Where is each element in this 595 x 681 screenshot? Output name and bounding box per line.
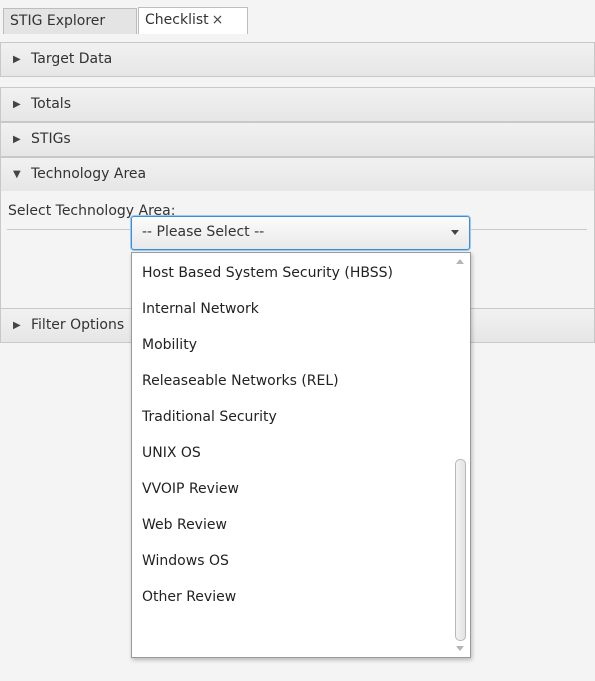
accordion-technology-area[interactable]: ▼ Technology Area <box>0 157 595 192</box>
tab-stig-explorer[interactable]: STIG Explorer <box>3 8 137 34</box>
close-icon[interactable]: × <box>212 8 224 33</box>
dropdown-option[interactable]: VVOIP Review <box>132 471 452 507</box>
accordion-label: Target Data <box>31 51 113 67</box>
accordion-label: Filter Options <box>31 317 125 333</box>
dropdown-option[interactable]: Internal Network <box>132 291 452 327</box>
tab-label: STIG Explorer <box>10 13 106 29</box>
dropdown-option[interactable]: Releaseable Networks (REL) <box>132 363 452 399</box>
dropdown-option[interactable]: Host Based System Security (HBSS) <box>132 255 452 291</box>
chevron-down-icon[interactable] <box>451 230 459 235</box>
scroll-down-icon[interactable] <box>456 646 464 651</box>
technology-area-combo[interactable]: -- Please Select -- <box>131 216 470 250</box>
triangle-right-icon: ▶ <box>13 320 21 331</box>
tab-label: Checklist <box>145 12 209 28</box>
dropdown-scrollbar[interactable] <box>454 255 468 655</box>
dropdown-option[interactable]: Traditional Security <box>132 399 452 435</box>
accordion-stigs[interactable]: ▶ STIGs <box>0 122 595 157</box>
triangle-right-icon: ▶ <box>13 54 21 65</box>
dropdown-option[interactable]: Web Review <box>132 507 452 543</box>
triangle-down-icon: ▼ <box>13 169 21 180</box>
dropdown-option[interactable]: UNIX OS <box>132 435 452 471</box>
accordion-totals[interactable]: ▶ Totals <box>0 87 595 122</box>
accordion-label: Technology Area <box>31 166 147 182</box>
triangle-right-icon: ▶ <box>13 99 21 110</box>
dropdown-option[interactable]: Mobility <box>132 327 452 363</box>
accordion-label: Totals <box>31 96 71 112</box>
scroll-up-icon[interactable] <box>456 259 464 264</box>
combo-value: -- Please Select -- <box>142 224 265 240</box>
accordion-label: STIGs <box>31 131 71 147</box>
technology-area-dropdown: Host Based System Security (HBSS) Intern… <box>131 252 471 658</box>
triangle-right-icon: ▶ <box>13 134 21 145</box>
dropdown-option[interactable]: Other Review <box>132 579 452 615</box>
accordion-target-data[interactable]: ▶ Target Data <box>0 42 595 77</box>
scroll-thumb[interactable] <box>455 459 466 641</box>
tab-bar: STIG Explorer Checklist × <box>0 0 595 35</box>
dropdown-option[interactable]: Windows OS <box>132 543 452 579</box>
tab-checklist[interactable]: Checklist × <box>138 7 248 35</box>
